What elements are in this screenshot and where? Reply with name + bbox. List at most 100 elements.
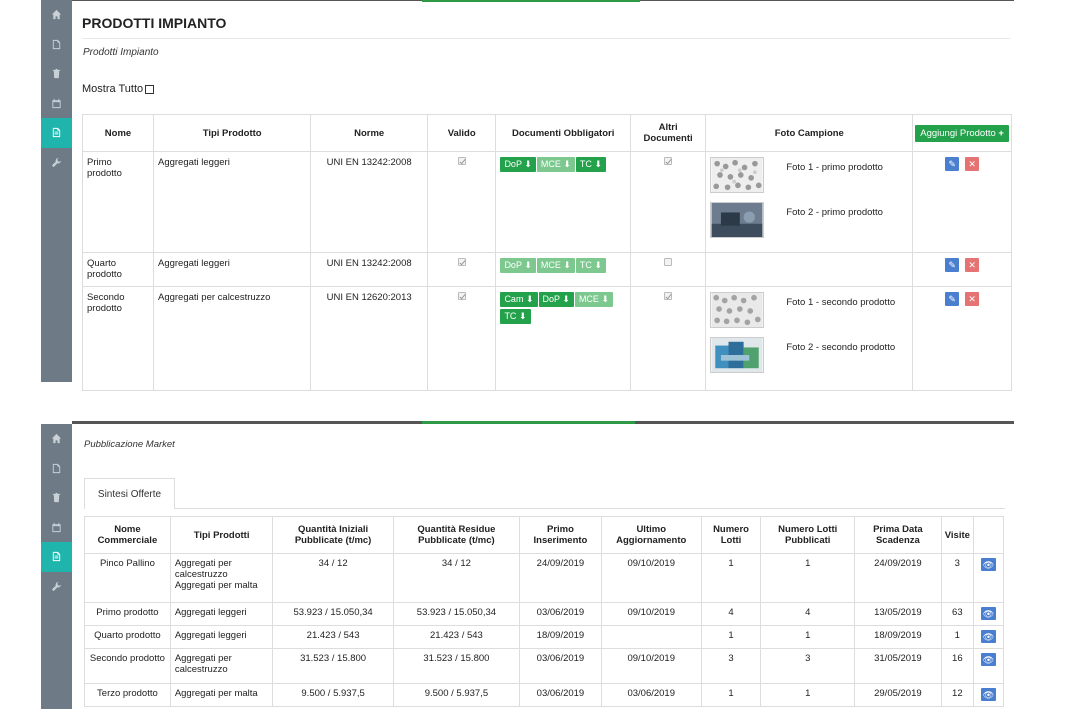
product-name: Primo prodotto [82,151,154,253]
docs-cell: DoP ⬇ MCE ⬇ TC ⬇ [495,151,631,253]
sidebar-item-documents[interactable] [41,454,72,484]
pencil-icon: ✎ [948,260,956,270]
altri-checkbox[interactable] [664,292,673,300]
foto-item: Foto 1 - primo prodotto [710,157,908,193]
photo-thumbnail[interactable] [710,337,765,373]
product-norme: UNI EN 13242:2008 [310,151,428,253]
close-icon: ✕ [968,294,976,304]
offer-types: Aggregati leggeri [169,625,274,649]
sidebar-item-trash[interactable] [41,59,72,89]
table-row: Secondo prodotto Aggregati per calcestru… [82,286,1012,391]
delete-button[interactable]: ✕ [965,258,980,272]
table-row: Pinco Pallino Aggregati per calcestruzzo… [84,553,1005,603]
valido-cell [426,151,497,253]
view-cell: 👁 [972,553,1005,603]
doc-tc-button[interactable]: TC ⬇ [575,157,606,172]
col-primo-inserimento: Primo Inserimento [519,516,602,554]
sidebar-item-documents[interactable] [41,30,72,60]
table-row: Quarto prodotto Aggregati leggeri 21.423… [84,625,1005,649]
download-icon: ⬇ [563,260,571,270]
view-cell: 👁 [972,602,1005,626]
product-name: Secondo prodotto [82,286,154,391]
mostra-tutto-label: Mostra Tutto [82,83,144,95]
doc-dop-button[interactable]: DoP ⬇ [500,157,536,172]
offer-qi: 21.423 / 543 [272,625,394,649]
photo-label: Foto 1 - primo prodotto [786,162,883,173]
sidebar-item-market[interactable] [41,542,72,572]
photo-thumbnail[interactable] [710,292,765,328]
actions-cell: ✎ ✕ [912,252,1012,287]
doc-mce-button[interactable]: MCE ⬇ [574,292,613,307]
offer-lotti: 1 [700,553,762,603]
sidebar-item-home[interactable] [41,0,72,30]
product-type: Aggregati per calcestruzzo [152,286,312,391]
market-panel: Pubblicazione Market Sintesi Offerte Nom… [72,421,1014,719]
view-button[interactable]: 👁 [980,688,996,701]
breadcrumb: Pubblicazione Market [84,439,175,450]
photo-thumbnail[interactable] [710,202,765,238]
altri-checkbox[interactable] [664,258,673,266]
docs-cell: DoP ⬇ MCE ⬇ TC ⬇ [495,252,631,287]
valido-checkbox[interactable] [457,157,466,165]
panel-accent-bar [422,0,640,2]
col-nome-commerciale: Nome Commerciale [84,516,171,554]
view-button[interactable]: 👁 [980,558,996,571]
offer-primo: 18/09/2019 [519,625,602,649]
photo-thumbnail[interactable] [710,157,765,193]
col-nome: Nome [82,114,154,152]
add-product-button[interactable]: Aggiungi Prodotto + [915,124,1009,142]
offer-qi: 31.523 / 15.800 [272,648,394,684]
sidebar-item-calendar[interactable] [41,89,72,119]
altri-cell [629,252,707,287]
altri-checkbox[interactable] [664,157,673,165]
doc-dop-button[interactable]: DoP ⬇ [500,258,536,273]
table-row: Quarto prodotto Aggregati leggeri UNI EN… [82,252,1012,287]
view-button[interactable]: 👁 [980,653,996,666]
tab-sintesi-offerte[interactable]: Sintesi Offerte [84,478,175,509]
doc-dop-button[interactable]: DoP ⬇ [538,292,574,307]
table-row: Secondo prodotto Aggregati per calcestru… [84,648,1005,684]
delete-button[interactable]: ✕ [965,157,980,171]
mostra-tutto-toggle[interactable]: Mostra Tutto [82,83,155,95]
col-ultimo-aggiornamento: Ultimo Aggiornamento [600,516,702,554]
eye-icon: 👁 [982,609,995,619]
offer-qr: 9.500 / 5.937,5 [392,683,521,707]
doc-cam-button[interactable]: Cam ⬇ [500,292,538,307]
sidebar-item-calendar[interactable] [41,513,72,543]
doc-mce-button[interactable]: MCE ⬇ [536,258,575,273]
mostra-tutto-checkbox[interactable] [145,84,155,94]
valido-checkbox[interactable] [457,258,466,266]
doc-mce-button[interactable]: MCE ⬇ [536,157,575,172]
altri-cell [629,286,707,391]
file-text-icon [52,552,61,562]
delete-button[interactable]: ✕ [965,292,980,306]
view-button[interactable]: 👁 [980,607,996,620]
valido-checkbox[interactable] [457,292,466,300]
edit-button[interactable]: ✎ [945,258,960,272]
sidebar-item-products[interactable] [41,118,72,148]
download-icon: ⬇ [525,294,534,304]
offer-name: Secondo prodotto [84,648,171,684]
edit-button[interactable]: ✎ [945,292,960,306]
sidebar-item-home[interactable] [41,424,72,454]
sidebar-item-settings[interactable] [41,572,72,602]
home-icon [51,434,62,444]
sidebar-item-settings[interactable] [41,148,72,178]
document-icon [52,463,61,473]
file-text-icon [52,128,61,138]
doc-tc-button[interactable]: TC ⬇ [500,309,531,324]
doc-tc-button[interactable]: TC ⬇ [575,258,606,273]
col-tipi-prodotti: Tipi Prodotti [169,516,274,554]
product-type: Aggregati leggeri [152,151,312,253]
col-quantita-residue: Quantità Residue Pubblicate (t/mc) [392,516,521,554]
offer-scadenza: 24/09/2019 [854,553,942,603]
plus-icon: + [998,127,1004,139]
col-prima-data-scadenza: Prima Data Scadenza [854,516,942,554]
edit-button[interactable]: ✎ [945,157,960,171]
document-icon [52,39,61,49]
offers-table-header: Nome Commerciale Tipi Prodotti Quantità … [84,516,1005,554]
sidebar-item-trash[interactable] [41,483,72,513]
table-row: Primo prodotto Aggregati leggeri UNI EN … [82,151,1012,253]
product-norme: UNI EN 12620:2013 [310,286,428,391]
view-button[interactable]: 👁 [980,630,996,643]
